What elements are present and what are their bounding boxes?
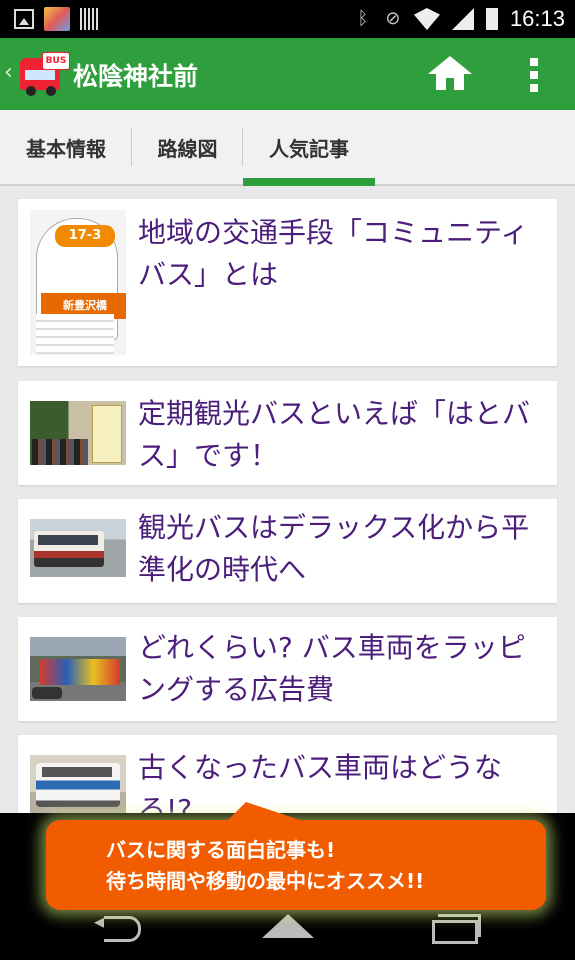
- back-arrow-icon: ◂: [94, 909, 105, 933]
- bluetooth-icon: ᛒ: [357, 8, 369, 29]
- bus-logo-icon[interactable]: BUS: [20, 52, 70, 96]
- home-outline-icon: [262, 914, 314, 938]
- overflow-menu-button[interactable]: [530, 58, 538, 92]
- tab-label: 路線図: [157, 137, 218, 161]
- article-thumbnail: [30, 401, 126, 465]
- active-tab-indicator: [243, 178, 375, 186]
- tab-label: 基本情報: [26, 137, 106, 161]
- article-title: 地域の交通手段「コミュニティバス」とは: [138, 216, 529, 291]
- tab-label: 人気記事: [269, 137, 349, 161]
- signal-icon: [451, 8, 474, 30]
- nav-recents-button[interactable]: [432, 914, 482, 944]
- article-thumbnail: [30, 755, 126, 817]
- article-thumbnail: [30, 519, 126, 577]
- wifi-icon: [413, 8, 440, 30]
- status-time: 16:13: [509, 6, 565, 31]
- promo-callout: バスに関する面白記事も! 待ち時間や移動の最中にオススメ!!: [46, 802, 546, 910]
- back-chevron-icon[interactable]: ‹: [4, 60, 13, 85]
- article-title: どれくらい? バス車両をラッピングする広告費: [138, 631, 526, 706]
- article-card[interactable]: 定期観光バスといえば「はとバス」です！: [18, 381, 557, 485]
- image-icon: [14, 9, 34, 29]
- battery-icon: [485, 8, 498, 30]
- app-notification-icon: [44, 7, 70, 31]
- promo-line-1: バスに関する面白記事も!: [106, 838, 336, 862]
- article-title: 観光バスはデラックス化から平準化の時代へ: [138, 511, 530, 586]
- article-card[interactable]: 観光バスはデラックス化から平準化の時代へ: [18, 499, 557, 603]
- sign-number: 17-3: [55, 225, 115, 247]
- tab-bar: 基本情報 路線図 人気記事: [0, 110, 575, 186]
- promo-line-2: 待ち時間や移動の最中にオススメ!!: [106, 869, 425, 893]
- app-bar: ‹ BUS 松陰神社前: [0, 38, 575, 110]
- article-thumbnail: [30, 637, 126, 701]
- barcode-icon: [80, 8, 100, 30]
- vibrate-off-icon: ⊘: [385, 8, 401, 29]
- page-title: 松陰神社前: [73, 62, 199, 91]
- article-card[interactable]: 17-3 新豊沢橋 地域の交通手段「コミュニティバス」とは: [18, 199, 557, 366]
- article-title: 定期観光バスといえば「はとバス」です！: [138, 397, 531, 472]
- home-button[interactable]: [428, 56, 472, 94]
- bus-logo-label: BUS: [42, 52, 70, 70]
- tab-popular-articles[interactable]: 人気記事: [243, 110, 375, 186]
- status-bar: ᛒ ⊘ 16:13: [0, 0, 575, 38]
- article-thumbnail: 17-3 新豊沢橋: [30, 210, 126, 355]
- tab-basic-info[interactable]: 基本情報: [0, 110, 132, 184]
- nav-back-button[interactable]: ◂: [94, 909, 144, 942]
- nav-home-button[interactable]: [262, 914, 314, 940]
- tab-route-map[interactable]: 路線図: [132, 110, 243, 184]
- article-card[interactable]: どれくらい? バス車両をラッピングする広告費: [18, 617, 557, 721]
